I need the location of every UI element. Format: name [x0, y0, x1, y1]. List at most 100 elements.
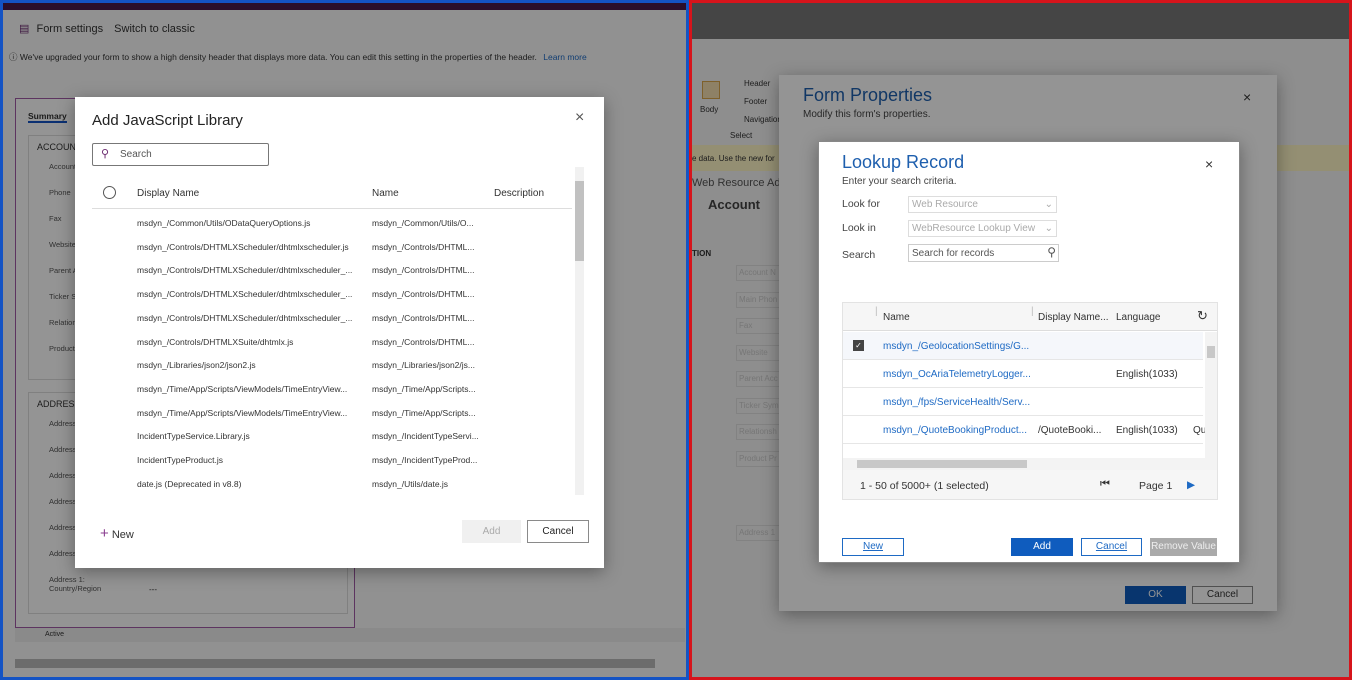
horizontal-scrollbar[interactable]: [843, 458, 1217, 470]
new-button[interactable]: New: [842, 538, 904, 556]
display-name-cell: msdyn_/Controls/DHTMLXScheduler/dhtmlxsc…: [137, 265, 353, 276]
table-row[interactable]: msdyn_/Libraries/json2/json2.js msdyn_/Li…: [92, 353, 572, 377]
name-cell: msdyn_/Time/App/Scripts...: [372, 383, 476, 394]
name-cell[interactable]: msdyn_/QuoteBookingProduct...: [883, 425, 1027, 436]
look-in-value: WebResource Lookup View: [912, 223, 1036, 234]
cancel-button[interactable]: Cancel: [1081, 538, 1142, 556]
display-name-cell: date.js (Deprecated in v8.8): [137, 478, 242, 489]
language-cell: English(1033): [1116, 425, 1178, 436]
name-cell: msdyn_/IncidentTypeProd...: [372, 455, 478, 465]
look-in-label: Look in: [842, 222, 876, 234]
record-count: 1 - 50 of 5000+ (1 selected): [860, 480, 989, 492]
column-display-name[interactable]: Display Name: [137, 188, 199, 199]
search-placeholder: Search for records: [912, 248, 995, 259]
table-row[interactable]: msdyn_/QuoteBookingProduct... /QuoteBooki…: [843, 416, 1205, 444]
right-panel: Body Header Footer Navigation Select e d…: [689, 0, 1352, 680]
display-name-cell: msdyn_/Libraries/json2/json2.js: [137, 360, 256, 371]
name-cell: msdyn_/Time/App/Scripts...: [372, 407, 476, 418]
name-cell: msdyn_/Controls/DHTML...: [372, 265, 475, 276]
display-name-cell: msdyn_/Time/App/Scripts/ViewModels/TimeE…: [137, 407, 348, 418]
name-cell[interactable]: msdyn_/fps/ServiceHealth/Serv...: [883, 397, 1030, 408]
look-in-select[interactable]: WebResource Lookup View ⌄: [908, 220, 1057, 237]
name-cell: msdyn_/Controls/DHTML...: [372, 312, 475, 323]
name-cell: msdyn_/Controls/DHTML...: [372, 289, 475, 300]
display-name-cell: IncidentTypeProduct.js: [137, 455, 223, 465]
table-row[interactable]: IncidentTypeService.Library.js msdyn_/Inc…: [92, 424, 572, 448]
chevron-down-icon: ⌄: [1044, 199, 1053, 210]
chevron-down-icon: ⌄: [1044, 223, 1053, 234]
cancel-button[interactable]: Cancel: [527, 520, 589, 543]
table-row[interactable]: msdyn_/fps/ServiceHealth/Serv...: [843, 388, 1203, 416]
page-number: Page 1: [1139, 480, 1173, 492]
name-cell: msdyn_/IncidentTypeServi...: [372, 431, 479, 442]
look-for-label: Look for: [842, 198, 880, 210]
search-icon: ⚲: [101, 148, 110, 160]
table-row[interactable]: msdyn_OcAriaTelemetryLogger... English(10…: [843, 360, 1203, 388]
table-row[interactable]: ✓ msdyn_/GeolocationSettings/G...: [843, 332, 1203, 360]
add-button[interactable]: Add: [1011, 538, 1073, 556]
table-row[interactable]: msdyn_/Time/App/Scripts/ViewModels/TimeE…: [92, 401, 572, 425]
table-row[interactable]: msdyn_/Controls/DHTMLXSuite/dhtmlx.js msd…: [92, 330, 572, 354]
vertical-scrollbar[interactable]: [1205, 332, 1217, 458]
look-for-select[interactable]: Web Resource ⌄: [908, 196, 1057, 213]
column-name[interactable]: Name: [372, 188, 399, 199]
table-row[interactable]: msdyn_/Controls/DHTMLXScheduler/dhtmlxsc…: [92, 258, 572, 282]
display-name-cell: msdyn_/Controls/DHTMLXScheduler/dhtmlxsc…: [137, 312, 353, 323]
language-cell: English(1033): [1116, 369, 1178, 380]
column-description[interactable]: Description: [494, 188, 544, 199]
table-row[interactable]: msdyn_/Controls/DHTMLXScheduler/dhtmlxsc…: [92, 306, 572, 330]
display-name-cell: IncidentTypeService.Library.js: [137, 431, 250, 442]
dialog-subtitle: Enter your search criteria.: [842, 176, 957, 187]
name-cell[interactable]: msdyn_/GeolocationSettings/G...: [883, 341, 1029, 352]
search-input[interactable]: Search for records ⚲: [908, 244, 1059, 262]
table-row[interactable]: msdyn_/Controls/DHTMLXScheduler/dhtmlxsc…: [92, 282, 572, 306]
name-cell[interactable]: msdyn_OcAriaTelemetryLogger...: [883, 369, 1031, 380]
column-language[interactable]: Language: [1116, 312, 1161, 323]
display-name-cell: msdyn_/Controls/DHTMLXScheduler/dhtmlxsc…: [137, 241, 349, 252]
name-cell: msdyn_/Common/Utils/O...: [372, 218, 474, 228]
search-label: Search: [842, 249, 876, 261]
dialog-title: Lookup Record: [842, 152, 965, 172]
left-panel: ▤ Form settings Switch to classic ⓘ We'v…: [0, 0, 689, 680]
table-row[interactable]: date.js (Deprecated in v8.8) msdyn_/Utils…: [92, 472, 572, 496]
first-page-icon[interactable]: ⏮: [1100, 478, 1110, 491]
remove-value-button[interactable]: Remove Value: [1150, 538, 1217, 556]
display-name-cell: msdyn_/Controls/DHTMLXSuite/dhtmlx.js: [137, 336, 294, 347]
vertical-scrollbar[interactable]: [575, 167, 584, 495]
results-grid: | Name | Display Name... Language ↻ ✓ msd…: [842, 302, 1218, 500]
search-input[interactable]: ⚲ Search: [92, 143, 269, 166]
table-row[interactable]: msdyn_/Time/App/Scripts/ViewModels/TimeE…: [92, 377, 572, 401]
name-cell: msdyn_/Utils/date.js: [372, 478, 449, 489]
name-cell: msdyn_/Controls/DHTML...: [372, 241, 475, 252]
close-icon[interactable]: ×: [1205, 156, 1213, 172]
checkbox-checked-icon[interactable]: ✓: [853, 340, 864, 351]
close-icon[interactable]: ×: [575, 109, 584, 127]
next-page-icon[interactable]: ▶: [1187, 479, 1195, 491]
column-name[interactable]: Name: [883, 312, 910, 323]
column-display-name[interactable]: Display Name...: [1038, 312, 1109, 323]
new-label: New: [111, 529, 134, 541]
display-name-cell: msdyn_/Common/Utils/ODataQueryOptions.js: [137, 218, 311, 228]
name-cell: msdyn_/Libraries/json2/js...: [372, 360, 475, 371]
search-placeholder: Search: [120, 149, 152, 160]
grid-footer: 1 - 50 of 5000+ (1 selected) ⏮ Page 1 ▶: [843, 470, 1217, 499]
table-row[interactable]: msdyn_/Controls/DHTMLXScheduler/dhtmlxsc…: [92, 235, 572, 259]
look-for-value: Web Resource: [912, 199, 978, 210]
add-button[interactable]: Add: [462, 520, 521, 543]
library-list: msdyn_/Common/Utils/ODataQueryOptions.js…: [92, 211, 572, 491]
display-name-cell: msdyn_/Time/App/Scripts/ViewModels/TimeE…: [137, 383, 348, 394]
display-name-cell: msdyn_/Controls/DHTMLXScheduler/dhtmlxsc…: [137, 289, 353, 300]
refresh-icon[interactable]: ↻: [1197, 308, 1208, 324]
table-row[interactable]: msdyn_/Common/Utils/ODataQueryOptions.js…: [92, 211, 572, 235]
dialog-title: Add JavaScript Library: [92, 112, 243, 129]
new-button[interactable]: + New: [100, 525, 134, 542]
extra-cell: Qu: [1193, 425, 1205, 436]
plus-icon: +: [100, 525, 109, 542]
search-icon[interactable]: ⚲: [1047, 245, 1056, 259]
scrollbar-thumb[interactable]: [575, 181, 584, 261]
table-row[interactable]: IncidentTypeProduct.js msdyn_/IncidentTyp…: [92, 448, 572, 472]
select-all-radio[interactable]: [103, 186, 116, 199]
name-cell: msdyn_/Controls/DHTML...: [372, 336, 475, 347]
table-header: Display Name Name Description: [92, 181, 572, 209]
display-name-cell: /QuoteBooki...: [1038, 425, 1102, 436]
